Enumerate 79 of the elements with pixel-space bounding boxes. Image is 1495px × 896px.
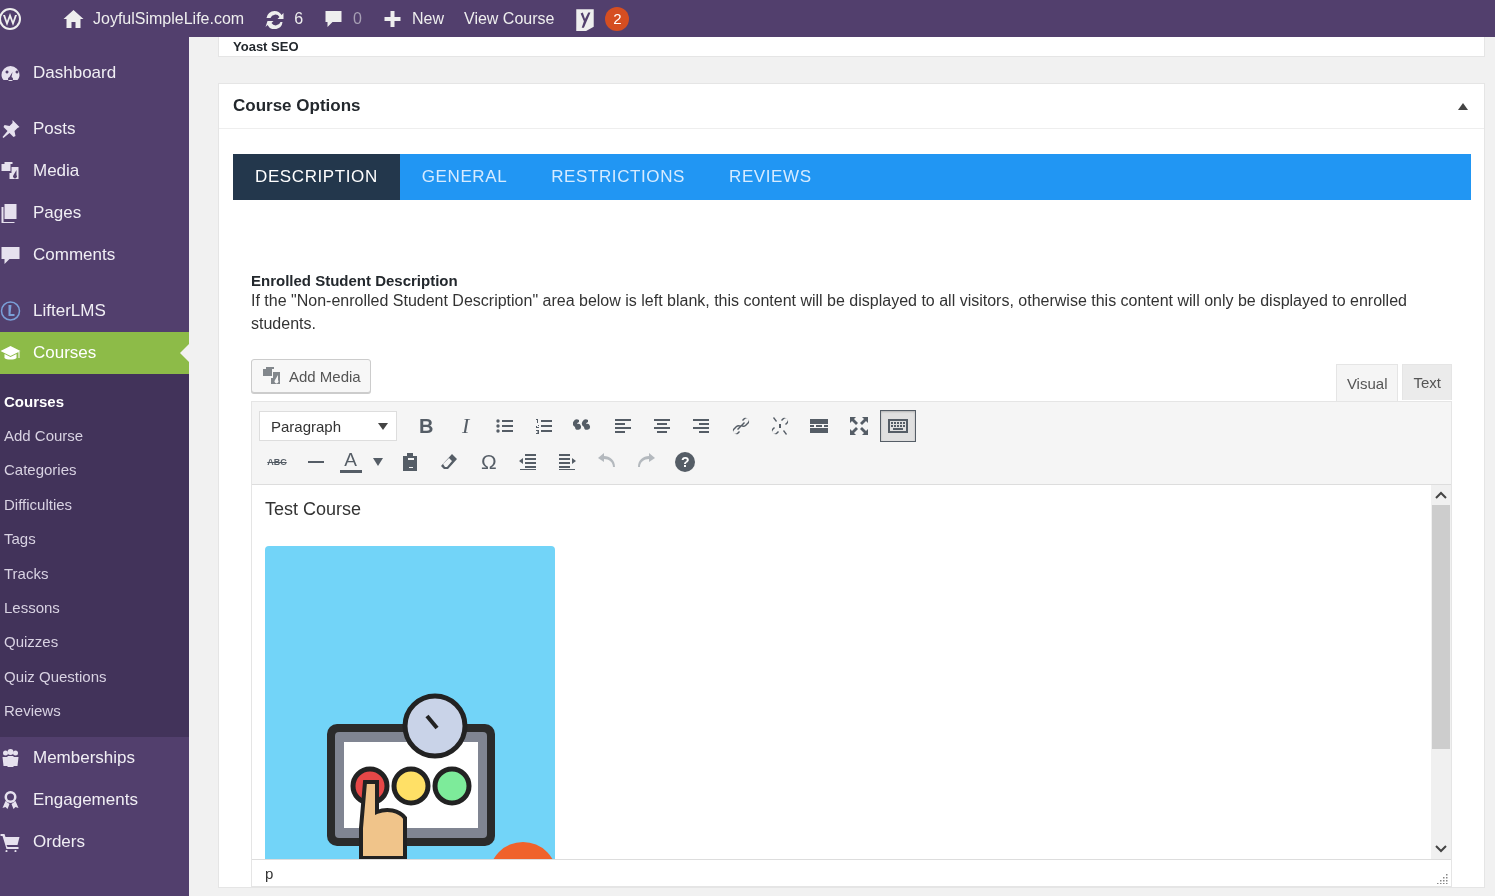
site-link[interactable]: JoyfulSimpleLife.com [63, 8, 245, 29]
indent-icon [557, 452, 578, 472]
submenu-item[interactable]: Courses [0, 384, 189, 419]
align-right-icon [691, 416, 712, 436]
scrollbar-thumb[interactable] [1432, 505, 1450, 749]
updates-link[interactable]: 6 [264, 8, 304, 29]
read-more-icon [809, 416, 830, 436]
media-icon [261, 366, 283, 386]
submenu-item[interactable]: Categories [0, 452, 189, 488]
plus-icon [382, 8, 403, 29]
editor-content[interactable]: Test Course [252, 485, 1431, 859]
outdent-icon [518, 452, 539, 472]
tab[interactable]: DESCRIPTION [233, 154, 400, 200]
speech-bubble-icon [323, 8, 345, 29]
submenu-item[interactable]: Difficulties [0, 487, 189, 522]
menu-item[interactable]: Comments [0, 234, 189, 276]
submenu-item[interactable]: Tags [0, 521, 189, 556]
special-character-button[interactable]: Ω [470, 446, 507, 478]
chevron-up-icon [1435, 491, 1447, 499]
cart-icon [0, 831, 22, 852]
editor-mode-tab[interactable]: Text [1402, 364, 1452, 400]
text-color-button[interactable]: A [337, 446, 364, 478]
submenu-item[interactable]: Quizzes [0, 624, 189, 660]
eraser-icon [439, 452, 460, 472]
submenu-item[interactable]: Quiz Questions [0, 659, 189, 694]
add-media-button[interactable]: Add Media [251, 359, 371, 393]
menu-item[interactable]: Pages [0, 192, 189, 234]
broken-link-icon [769, 416, 790, 436]
resize-grip-icon [1436, 872, 1448, 884]
format-dropdown[interactable]: Paragraph [259, 411, 397, 441]
editor-mode-tab[interactable]: Visual [1335, 364, 1399, 401]
refresh-icon [264, 8, 286, 29]
speech-bubble-icon [0, 245, 22, 265]
align-left-icon [612, 416, 633, 436]
comments-link[interactable]: 0 [323, 8, 362, 29]
italic-button[interactable]: I [447, 410, 484, 442]
submenu-item[interactable]: Tracks [0, 555, 189, 591]
caret-up-icon[interactable] [1458, 102, 1468, 110]
panel-title: Course Options [233, 96, 361, 116]
horizontal-line-icon [308, 460, 325, 464]
bulleted-list-icon [494, 416, 515, 436]
panel-title: Yoast SEO [233, 39, 299, 54]
bold-button[interactable]: B [408, 410, 445, 442]
scrollbar[interactable] [1431, 485, 1451, 859]
circle-logo-icon [0, 301, 22, 321]
new-link[interactable]: New [382, 8, 444, 29]
seo-plugin-menu[interactable]: 2 [574, 6, 630, 31]
description-text: If the "Non-enrolled Student Description" area below is left blank, this content will be displayed to all visitors, otherwise this content will only be displayed to enrolled students. [251, 291, 1408, 334]
help-button[interactable]: ? [667, 446, 704, 478]
menu-item[interactable]: Media [0, 150, 189, 192]
submenu-item[interactable]: Add Course [0, 418, 189, 453]
menu-item[interactable]: Dashboard [0, 52, 189, 94]
media-icon [0, 161, 22, 181]
menu-item[interactable]: Orders [0, 820, 189, 863]
menu-item[interactable]: Posts [0, 108, 189, 150]
home-icon [63, 8, 84, 29]
keyboard-button[interactable] [879, 410, 916, 442]
keyboard-icon [887, 416, 908, 436]
view-course-link[interactable]: View Course [464, 9, 555, 28]
align-center-icon [652, 416, 673, 436]
link-icon [730, 416, 751, 436]
strikethrough-button[interactable]: ABC [259, 446, 295, 478]
pushpin-icon [0, 119, 22, 139]
submenu-item[interactable]: Reviews [0, 693, 189, 728]
notification-badge: 2 [605, 6, 630, 31]
caret-down-icon [378, 422, 388, 430]
menu-item[interactable]: Engagements [0, 778, 189, 821]
numbered-list-icon [534, 416, 555, 436]
element-path: p [265, 864, 274, 882]
menu-item[interactable]: Memberships [0, 736, 189, 779]
y-shield-icon [574, 6, 597, 31]
logo-icon[interactable] [0, 7, 21, 30]
expand-icon [848, 416, 869, 436]
content-text: Test Course [265, 499, 363, 520]
menu-item[interactable]: LifterLMS [0, 290, 189, 332]
chevron-down-icon [1435, 845, 1447, 853]
caret-down-icon [372, 458, 383, 466]
section-heading: Enrolled Student Description [251, 272, 459, 289]
submenu-item[interactable]: Lessons [0, 590, 189, 625]
